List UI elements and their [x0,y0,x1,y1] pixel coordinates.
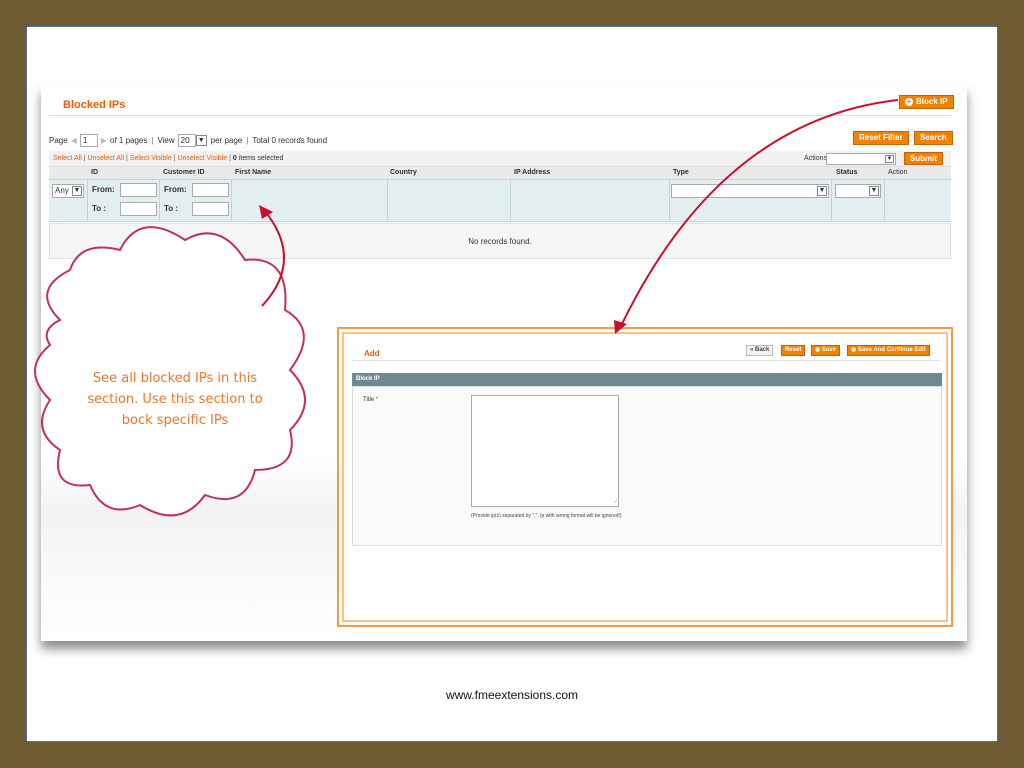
back-button[interactable]: « Back [746,345,774,356]
callout-text: See all blocked IPs in this section. Use… [87,371,263,428]
unselect-all-link[interactable]: Unselect All [88,155,125,162]
column-first-name[interactable]: First Name [235,169,271,176]
column-ip-address[interactable]: IP Address [514,169,550,176]
column-customer-id[interactable]: Customer ID [163,169,205,176]
column-action: Action [888,169,908,176]
prev-page-icon[interactable]: ◀ [71,136,77,145]
items-count: 0 [232,155,237,162]
plus-icon: + [905,97,913,106]
pager: Page ◀ 1 ▶ of 1 pages | View 20 ▼ per pa… [49,133,328,147]
any-select[interactable]: Any ▼ [52,184,84,198]
unselect-visible-link[interactable]: Unselect Visible [177,155,227,162]
status-select[interactable]: ▼ [835,184,881,198]
add-form-screenshot: Add « Back Reset ◉ Save ◉ Save And Conti… [337,327,953,627]
section-body: Title * ∕ (Provide ip(s) separated by ",… [352,386,942,546]
form-title: Add [364,349,380,358]
reset-button[interactable]: Reset [781,345,806,356]
reset-filter-button[interactable]: Reset Filter [853,131,909,145]
column-status[interactable]: Status [836,169,857,176]
select-visible-link[interactable]: Select Visible [130,155,172,162]
section-header: Block IP [352,373,942,386]
actions-select[interactable]: ▼ [826,153,896,165]
field-hint: (Provide ip(s) separated by ",". Ip with… [471,513,622,519]
required-mark: * [375,397,379,403]
ip-textarea[interactable]: ∕ [471,395,619,507]
grid-filter-row: Any ▼ From: To : From: To : ▼ ▼ [49,180,951,222]
divider [49,115,951,116]
empty-grid-message: No records found. [49,223,951,259]
massaction-bar: Select All | Unselect All | Select Visib… [49,151,951,167]
actions-label: Actions [804,155,827,162]
submit-button[interactable]: Submit [903,152,943,165]
id-from-input[interactable] [120,183,157,197]
select-all-link[interactable]: Select All [53,155,82,162]
column-id[interactable]: ID [91,169,98,176]
chevron-down-icon: ▼ [72,186,82,196]
column-type[interactable]: Type [673,169,689,176]
back-arrow-icon: « [750,347,754,353]
save-and-continue-button[interactable]: ◉ Save And Continue Edit [847,345,930,356]
footer-url[interactable]: www.fmeextensions.com [0,688,1024,702]
search-button[interactable]: Search [914,131,953,145]
chevron-down-icon[interactable]: ▼ [195,134,207,146]
chevron-down-icon: ▼ [817,186,827,196]
page-title: Blocked IPs [63,99,126,111]
page-input[interactable]: 1 [79,133,98,147]
type-select[interactable]: ▼ [671,184,829,198]
next-page-icon[interactable]: ▶ [101,136,107,145]
customer-id-to-input[interactable] [192,202,229,216]
save-icon: ◉ [851,347,857,353]
block-ip-button[interactable]: + Block IP [899,95,954,109]
save-button[interactable]: ◉ Save [811,345,840,356]
column-country[interactable]: Country [390,169,417,176]
customer-id-from-input[interactable] [192,183,229,197]
chevron-down-icon: ▼ [869,186,879,196]
resize-grip-icon[interactable]: ∕ [616,498,617,505]
save-icon: ◉ [815,347,821,353]
title-label: Title * [363,397,379,403]
per-page-select[interactable]: 20 [177,133,196,147]
id-to-input[interactable] [120,202,157,216]
grid-header: ID Customer ID First Name Country IP Add… [49,167,951,180]
total-records: Total 0 records found [252,135,328,145]
chevron-down-icon: ▼ [885,155,894,163]
